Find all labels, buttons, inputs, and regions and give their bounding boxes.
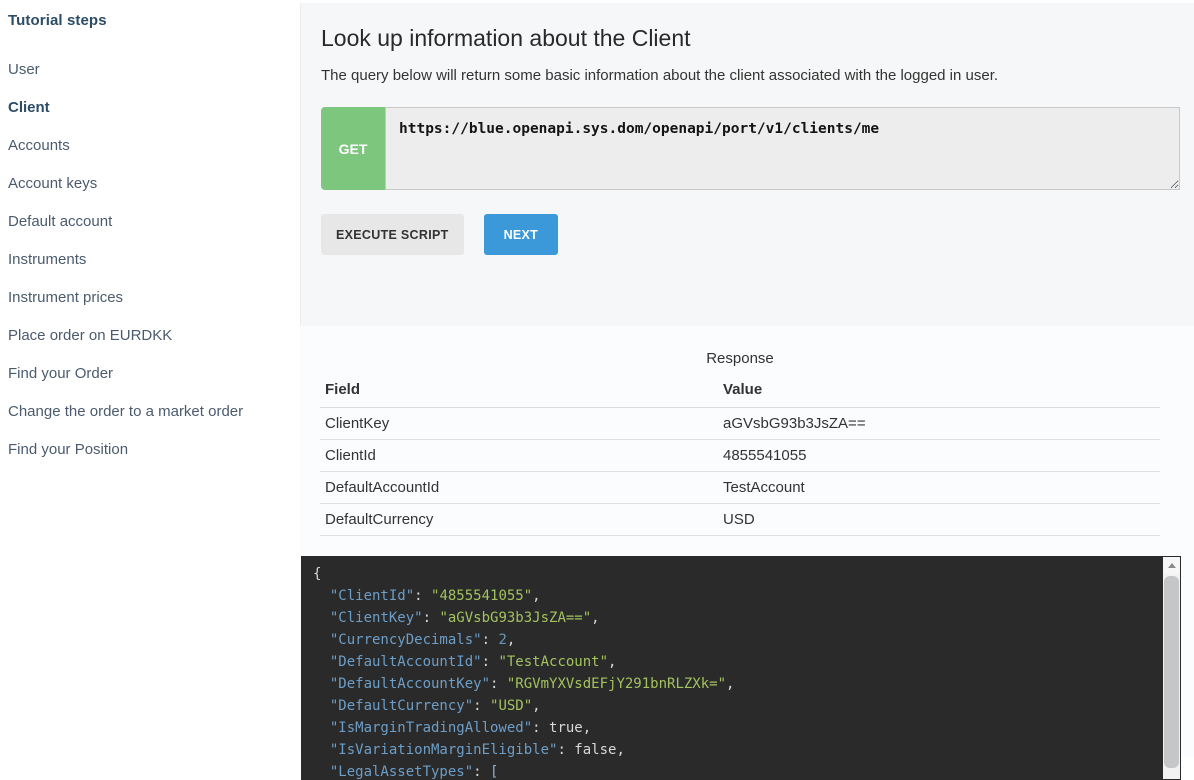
scroll-up-button[interactable] [1163, 557, 1180, 574]
code-line: "DefaultCurrency": "USD", [313, 695, 1151, 717]
sidebar-item-instrument-prices[interactable]: Instrument prices [8, 284, 290, 312]
code-scrollbar[interactable] [1163, 557, 1180, 779]
arrow-up-icon [1168, 563, 1176, 568]
table-header-row: Field Value [320, 376, 1160, 408]
code-line: "DefaultAccountId": "TestAccount", [313, 651, 1151, 673]
value-cell: USD [718, 504, 1160, 536]
column-header-value: Value [718, 376, 1160, 408]
code-line: "ClientId": "4855541055", [313, 585, 1151, 607]
value-cell: aGVsbG93b3JsZA== [718, 408, 1160, 440]
code-line: "IsVariationMarginEligible": false, [313, 739, 1151, 761]
scrollbar-thumb[interactable] [1164, 576, 1179, 768]
table-row: DefaultCurrencyUSD [320, 504, 1160, 536]
field-cell: DefaultCurrency [320, 504, 718, 536]
json-response-code: { "ClientId": "4855541055", "ClientKey":… [301, 556, 1181, 780]
table-row: ClientId4855541055 [320, 440, 1160, 472]
code-line: "IsMarginTradingAllowed": true, [313, 717, 1151, 739]
table-row: ClientKeyaGVsbG93b3JsZA== [320, 408, 1160, 440]
http-method-badge: GET [321, 107, 385, 190]
request-box: GET https://blue.openapi.sys.dom/openapi… [321, 107, 1180, 190]
page: Tutorial steps User Client Accounts Account… [0, 0, 1194, 757]
sidebar-item-place-order-on-eurdkk[interactable]: Place order on EURDKK [8, 322, 290, 350]
next-button[interactable]: NEXT [484, 214, 559, 255]
response-table: Field Value ClientKeyaGVsbG93b3JsZA==Cli… [320, 376, 1160, 536]
main-content: Look up information about the Client The… [300, 0, 1194, 757]
page-title: Look up information about the Client [321, 3, 1180, 52]
sidebar-item-find-your-position[interactable]: Find your Position [8, 436, 290, 464]
sidebar-item-user[interactable]: User [8, 56, 290, 84]
code-line: "LegalAssetTypes": [ [313, 761, 1151, 780]
code-line: "CurrencyDecimals": 2, [313, 629, 1151, 651]
sidebar: Tutorial steps User Client Accounts Account… [0, 0, 300, 757]
request-url-input[interactable]: https://blue.openapi.sys.dom/openapi/por… [385, 107, 1180, 190]
sidebar-item-client[interactable]: Client [8, 94, 290, 122]
field-cell: ClientId [320, 440, 718, 472]
page-description: The query below will return some basic i… [321, 67, 1180, 84]
tutorial-steps-nav: User Client Accounts Account keys Default ac… [8, 56, 290, 464]
sidebar-item-instruments[interactable]: Instruments [8, 246, 290, 274]
execute-script-button[interactable]: EXECUTE SCRIPT [321, 214, 464, 255]
code-line: "ClientKey": "aGVsbG93b3JsZA==", [313, 607, 1151, 629]
value-cell: 4855541055 [718, 440, 1160, 472]
code-line: { [313, 563, 1151, 585]
field-cell: ClientKey [320, 408, 718, 440]
sidebar-item-change-the-order-to-a-market-order[interactable]: Change the order to a market order [8, 398, 290, 426]
tutorial-step-panel: Look up information about the Client The… [300, 3, 1194, 326]
sidebar-item-default-account[interactable]: Default account [8, 208, 290, 236]
field-cell: DefaultAccountId [320, 472, 718, 504]
sidebar-item-accounts[interactable]: Accounts [8, 132, 290, 160]
response-table-caption: Response [320, 350, 1160, 367]
response-table-wrap: Response Field Value ClientKeyaGVsbG93b3… [320, 326, 1160, 536]
button-row: EXECUTE SCRIPT NEXT [321, 214, 1180, 255]
value-cell: TestAccount [718, 472, 1160, 504]
table-row: DefaultAccountIdTestAccount [320, 472, 1160, 504]
response-section: Response Field Value ClientKeyaGVsbG93b3… [300, 326, 1194, 757]
column-header-field: Field [320, 376, 718, 408]
sidebar-heading: Tutorial steps [8, 12, 290, 29]
sidebar-item-find-your-order[interactable]: Find your Order [8, 360, 290, 388]
json-response-viewer: { "ClientId": "4855541055", "ClientKey":… [301, 556, 1181, 780]
code-line: "DefaultAccountKey": "RGVmYXVsdEFjY291bn… [313, 673, 1151, 695]
sidebar-item-account-keys[interactable]: Account keys [8, 170, 290, 198]
